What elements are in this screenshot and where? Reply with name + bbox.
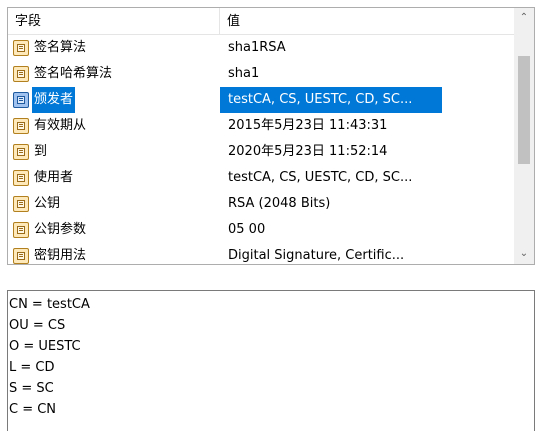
certificate-field-icon: [13, 196, 29, 212]
certificate-field-icon: [13, 144, 29, 160]
detail-line: C = CN: [9, 402, 57, 417]
row-field-name: 颁发者: [32, 87, 76, 113]
list-rows: 签名算法 sha1RSA 签名哈希算法 sha1 颁发者 testCA, CS, UEST…: [8, 35, 514, 264]
row-field-value: 2015年5月23日 11:43:31: [228, 118, 388, 133]
row-field-value: 2020年5月23日 11:52:14: [228, 144, 388, 159]
table-row[interactable]: 签名哈希算法 sha1: [8, 61, 514, 87]
certificate-fields-list[interactable]: 字段 值 签名算法 sha1RSA 签名哈希算法 sha1 颁发者 testCA, CS,…: [7, 7, 535, 265]
certificate-field-icon: [13, 40, 29, 56]
detail-line: CN = testCA: [9, 297, 90, 312]
certificate-field-icon: [13, 92, 29, 108]
row-field-value: sha1RSA: [228, 40, 286, 55]
table-row[interactable]: 颁发者 testCA, CS, UESTC, CD, SC...: [8, 87, 514, 113]
certificate-field-icon: [13, 248, 29, 264]
table-row[interactable]: 密钥用法 Digital Signature, Certific...: [8, 243, 514, 264]
row-field-value: RSA (2048 Bits): [228, 196, 331, 211]
row-field-name: 签名算法: [34, 40, 87, 55]
scrollbar-thumb[interactable]: [518, 56, 530, 164]
table-row[interactable]: 公钥 RSA (2048 Bits): [8, 191, 514, 217]
detail-line: OU = CS: [9, 318, 66, 333]
detail-line: O = UESTC: [9, 339, 81, 354]
chevron-down-icon[interactable]: ⌄: [514, 244, 534, 264]
row-field-name: 使用者: [34, 170, 74, 185]
table-row[interactable]: 到 2020年5月23日 11:52:14: [8, 139, 514, 165]
row-field-value: Digital Signature, Certific...: [228, 248, 405, 263]
table-row[interactable]: 有效期从 2015年5月23日 11:43:31: [8, 113, 514, 139]
column-header-value[interactable]: 值: [220, 8, 514, 34]
field-detail-textbox[interactable]: CN = testCA OU = CS O = UESTC L = CD S = SC C…: [7, 290, 535, 431]
row-field-name: 公钥: [34, 196, 61, 211]
row-field-value: sha1: [228, 66, 260, 81]
certificate-field-icon: [13, 170, 29, 186]
column-header-field[interactable]: 字段: [8, 8, 220, 34]
table-row[interactable]: 使用者 testCA, CS, UESTC, CD, SC...: [8, 165, 514, 191]
row-field-name: 签名哈希算法: [34, 66, 113, 81]
certificate-field-icon: [13, 118, 29, 134]
certificate-field-icon: [13, 222, 29, 238]
row-field-value: testCA, CS, UESTC, CD, SC...: [228, 170, 413, 185]
table-row[interactable]: 签名算法 sha1RSA: [8, 35, 514, 61]
row-field-value: 05 00: [228, 222, 266, 237]
row-field-name: 到: [34, 144, 48, 159]
row-field-name: 有效期从: [34, 118, 87, 133]
row-field-value: testCA, CS, UESTC, CD, SC...: [228, 92, 413, 107]
list-header: 字段 值: [8, 8, 514, 35]
vertical-scrollbar[interactable]: ⌃ ⌄: [514, 8, 534, 264]
table-row[interactable]: 公钥参数 05 00: [8, 217, 514, 243]
row-field-name: 密钥用法: [34, 248, 87, 263]
certificate-field-icon: [13, 66, 29, 82]
detail-line: L = CD: [9, 360, 55, 375]
detail-line: S = SC: [9, 381, 54, 396]
chevron-up-icon[interactable]: ⌃: [514, 8, 534, 28]
row-field-name: 公钥参数: [34, 222, 87, 237]
